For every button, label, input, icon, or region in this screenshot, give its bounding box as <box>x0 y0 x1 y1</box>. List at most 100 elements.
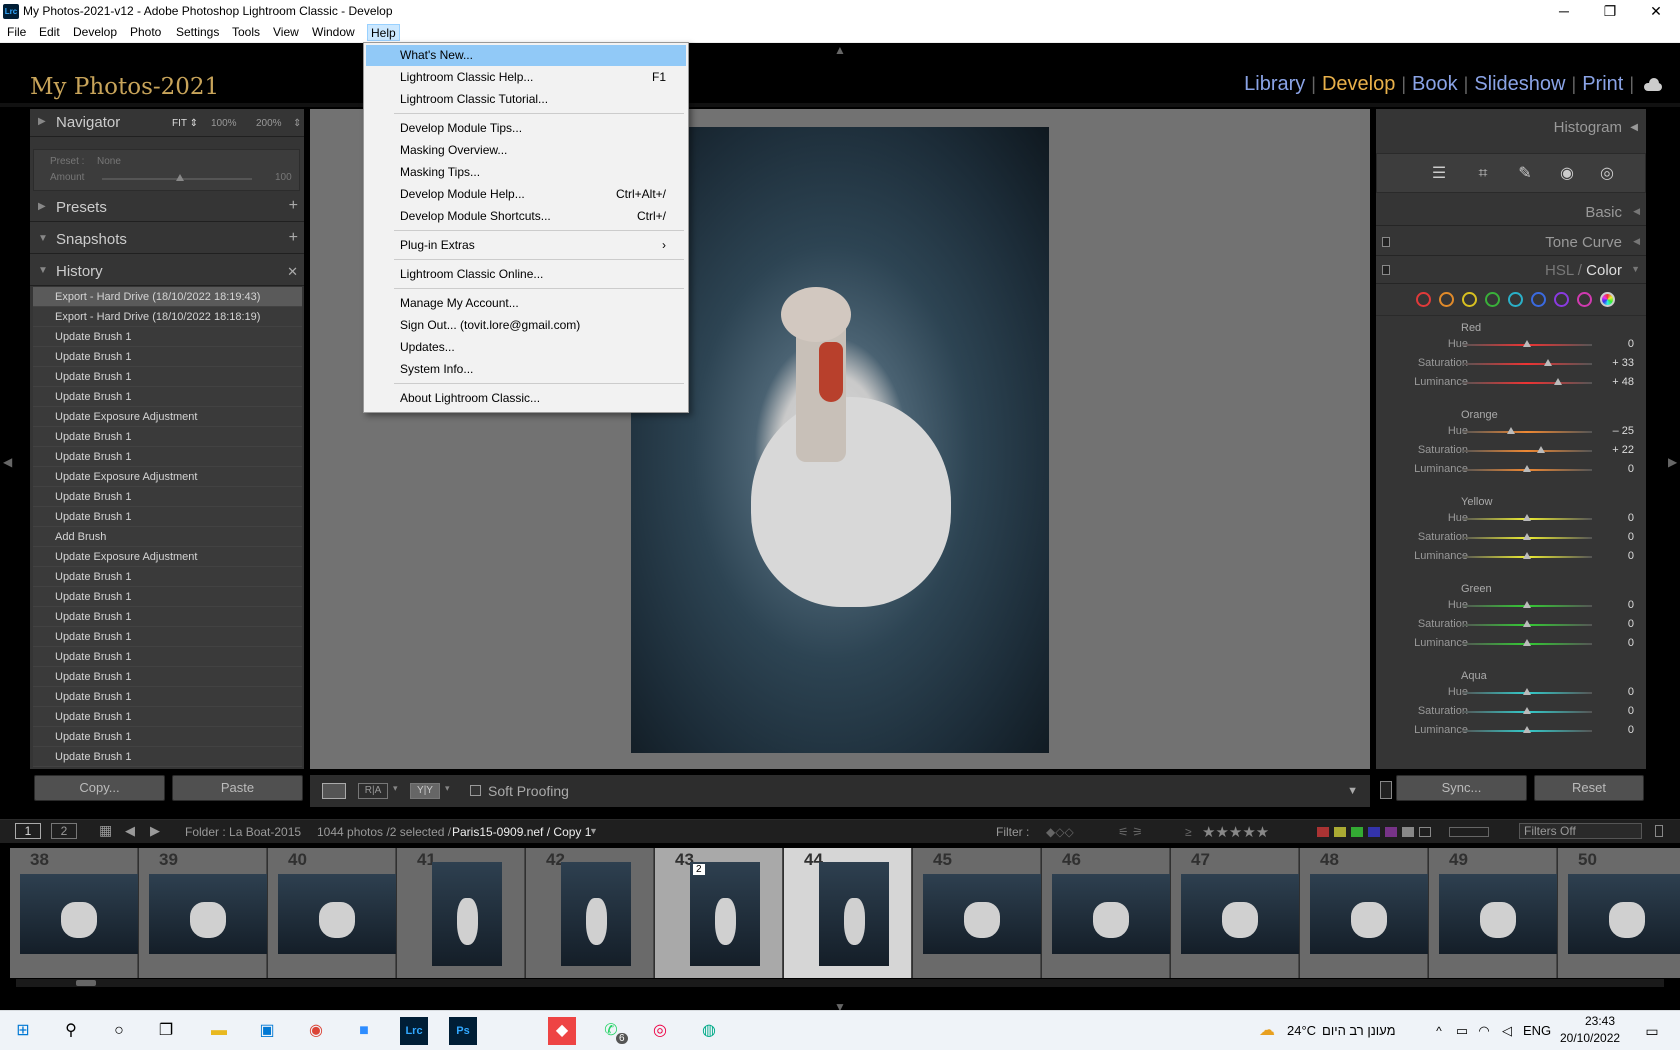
close-button[interactable]: ✕ <box>1633 0 1679 23</box>
menu-help[interactable]: Help <box>367 24 400 41</box>
history-item[interactable]: Update Brush 1 <box>33 607 302 627</box>
chevron-down-icon[interactable]: ▾ <box>445 783 450 794</box>
history-item[interactable]: Update Brush 1 <box>33 367 302 387</box>
chevron-down-icon[interactable]: ▾ <box>393 783 398 794</box>
menu-photo[interactable]: Photo <box>127 24 164 41</box>
menu-settings[interactable]: Settings <box>173 24 222 41</box>
star-rating-filter[interactable]: ★★★★★ <box>1202 823 1269 841</box>
custom-label-filter[interactable] <box>1402 827 1414 837</box>
filmstrip-cell[interactable]: 39 <box>139 848 267 978</box>
blue-label-filter[interactable] <box>1368 827 1380 837</box>
history-item[interactable]: Update Brush 1 <box>33 707 302 727</box>
filmstrip-thumbnail[interactable] <box>278 874 396 954</box>
cloud-icon[interactable] <box>1642 77 1664 92</box>
filmstrip-cell[interactable]: 43 2 <box>655 848 783 978</box>
top-panel-toggle-icon[interactable]: ▲ <box>834 43 846 57</box>
help-menu-item[interactable]: About Lightroom Classic... <box>366 388 686 409</box>
filmstrip-scrollbar[interactable] <box>16 979 1664 987</box>
history-item[interactable]: Update Brush 1 <box>33 347 302 367</box>
history-item[interactable]: Update Brush 1 <box>33 627 302 647</box>
help-menu-item[interactable]: Sign Out... (tovit.lore@gmail.com) <box>366 315 686 336</box>
collapse-triangle-icon[interactable]: ◀ <box>1630 122 1638 133</box>
filmstrip-thumbnail[interactable] <box>690 862 760 966</box>
lightroom-taskbar-icon[interactable]: Lrc <box>400 1017 428 1045</box>
edit-filter-icon[interactable]: ⚟ ⚞ <box>1118 825 1143 839</box>
scrollbar-thumb[interactable] <box>76 980 96 986</box>
slider-knob[interactable] <box>1544 359 1553 366</box>
history-item[interactable]: Update Exposure Adjustment <box>33 467 302 487</box>
help-menu-item[interactable]: Develop Module Shortcuts... Ctrl+/ <box>366 206 686 227</box>
filmstrip-cell[interactable]: 47 <box>1171 848 1299 978</box>
menu-window[interactable]: Window <box>309 24 358 41</box>
slider-value[interactable]: 0 <box>1628 550 1634 562</box>
edit-sliders-icon[interactable]: ☰ <box>1429 164 1449 184</box>
photoshop-taskbar-icon[interactable]: Ps <box>449 1017 477 1045</box>
slider-knob[interactable] <box>1523 707 1531 714</box>
filmstrip-thumbnail[interactable] <box>1568 874 1680 954</box>
history-item[interactable]: Update Brush 1 <box>33 647 302 667</box>
kind-filter-icon[interactable] <box>1449 827 1489 837</box>
help-menu-item[interactable]: Manage My Account... <box>366 293 686 314</box>
color-target-dot[interactable] <box>1508 292 1523 307</box>
cortana-icon[interactable]: ○ <box>105 1017 133 1045</box>
help-menu-item[interactable]: Lightroom Classic Online... <box>366 264 686 285</box>
slider-knob[interactable] <box>1537 446 1546 453</box>
grid-view-icon[interactable]: ▦ <box>99 822 112 839</box>
filmstrip-cell[interactable]: 42 <box>526 848 654 978</box>
color-target-dot[interactable] <box>1439 292 1454 307</box>
slider-knob[interactable] <box>1523 533 1531 540</box>
color-tab[interactable]: Color <box>1586 262 1622 279</box>
input-language[interactable]: ENG <box>1523 1023 1551 1038</box>
slider-value[interactable]: 0 <box>1628 463 1634 475</box>
chrome-icon[interactable]: ◉ <box>302 1017 330 1045</box>
amount-slider-knob[interactable] <box>176 174 184 181</box>
history-item[interactable]: Update Exposure Adjustment <box>33 407 302 427</box>
slider-knob[interactable] <box>1506 427 1515 434</box>
weather-temp[interactable]: 24°C <box>1287 1023 1316 1038</box>
slider-value[interactable]: + 22 <box>1612 444 1634 456</box>
slider-value[interactable]: 0 <box>1628 338 1634 350</box>
store-icon[interactable]: ▣ <box>253 1017 281 1045</box>
help-menu-item[interactable]: Plug-in Extras › <box>366 235 686 256</box>
display-1-button[interactable]: 1 <box>15 823 41 839</box>
color-target-dot[interactable] <box>1416 292 1431 307</box>
slider-knob[interactable] <box>1523 688 1531 695</box>
before-after-yy-icon[interactable]: Y|Y <box>410 783 440 799</box>
flag-filter-icon[interactable]: ◆◇◇ <box>1046 825 1074 839</box>
prev-arrow-icon[interactable]: ◀ <box>125 823 135 839</box>
slider-value[interactable]: + 48 <box>1612 376 1634 388</box>
filmstrip-cell[interactable]: 48 <box>1300 848 1428 978</box>
history-item[interactable]: Update Brush 1 <box>33 587 302 607</box>
crop-icon[interactable]: ⌗ <box>1473 164 1493 184</box>
slider-knob[interactable] <box>1523 552 1531 559</box>
slider-value[interactable]: 0 <box>1628 686 1634 698</box>
yellow-label-filter[interactable] <box>1334 827 1346 837</box>
current-filename[interactable]: Paris15-0909.nef / Copy 1 <box>452 825 591 839</box>
slider-value[interactable]: + 33 <box>1612 357 1634 369</box>
filmstrip-thumbnail[interactable] <box>923 874 1041 954</box>
help-menu-item[interactable]: Masking Tips... <box>366 162 686 183</box>
slider-knob[interactable] <box>1523 601 1531 608</box>
hsl-color-header[interactable]: HSL / Color ▼ <box>1376 256 1646 284</box>
minimize-button[interactable]: ─ <box>1541 0 1587 23</box>
slider-value[interactable]: 0 <box>1628 705 1634 717</box>
slider-track[interactable] <box>1462 363 1592 365</box>
color-target-dot[interactable] <box>1577 292 1592 307</box>
anydesk-icon[interactable]: ◆ <box>548 1017 576 1045</box>
chevron-down-icon[interactable]: ▼ <box>589 826 598 836</box>
module-print[interactable]: Print <box>1576 73 1629 96</box>
help-menu-item[interactable]: What's New... <box>366 45 686 66</box>
module-library[interactable]: Library <box>1238 73 1311 96</box>
masking-icon[interactable]: ◎ <box>1597 164 1617 184</box>
swan-photo[interactable] <box>631 127 1049 753</box>
clock-time[interactable]: 23:43 <box>1576 1014 1624 1028</box>
filmstrip-thumbnail[interactable] <box>819 862 889 966</box>
filmstrip-thumbnail[interactable] <box>1181 874 1299 954</box>
notifications-icon[interactable]: ▭ <box>1638 1017 1666 1045</box>
color-target-dot[interactable] <box>1485 292 1500 307</box>
clear-history-icon[interactable]: ✕ <box>287 264 298 280</box>
zoom-100[interactable]: 100% <box>211 118 237 129</box>
weather-text[interactable]: מעונן רב היום <box>1322 1023 1396 1038</box>
edge-icon[interactable]: ◍ <box>695 1017 723 1045</box>
filmstrip-cell[interactable]: 41 <box>397 848 525 978</box>
